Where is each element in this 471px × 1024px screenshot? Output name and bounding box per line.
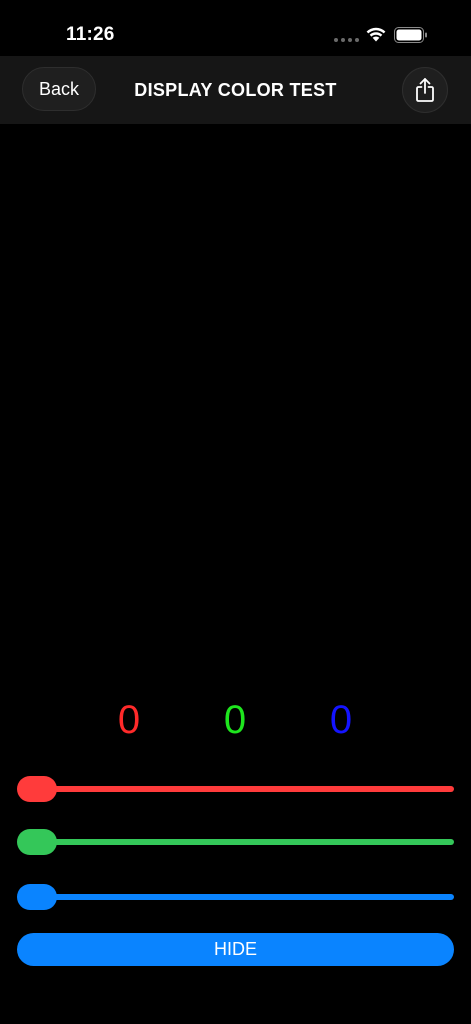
cellular-signal-icon (334, 38, 359, 42)
share-button[interactable] (402, 67, 448, 113)
red-slider-track[interactable] (27, 786, 454, 792)
red-value: 0 (117, 698, 141, 742)
green-slider-thumb[interactable] (17, 829, 57, 855)
share-icon (416, 78, 434, 102)
battery-icon (394, 27, 427, 43)
green-slider[interactable] (17, 829, 454, 855)
page-title: DISPLAY COLOR TEST (134, 79, 337, 100)
navigation-bar: Back DISPLAY COLOR TEST (0, 56, 471, 124)
status-time: 11:26 (66, 24, 115, 45)
blue-value: 0 (329, 698, 353, 742)
blue-slider-track[interactable] (27, 894, 454, 900)
green-value: 0 (223, 698, 247, 742)
hide-button[interactable]: HIDE (17, 933, 454, 966)
back-button[interactable]: Back (22, 67, 96, 111)
red-slider-thumb[interactable] (17, 776, 57, 802)
status-bar: 11:26 (0, 0, 471, 56)
green-slider-track[interactable] (27, 839, 454, 845)
red-slider[interactable] (17, 776, 454, 802)
blue-slider-thumb[interactable] (17, 884, 57, 910)
wifi-icon (366, 27, 386, 42)
rgb-value-readouts: 0 0 0 (0, 700, 471, 744)
blue-slider[interactable] (17, 884, 454, 910)
color-display-area (0, 124, 471, 684)
